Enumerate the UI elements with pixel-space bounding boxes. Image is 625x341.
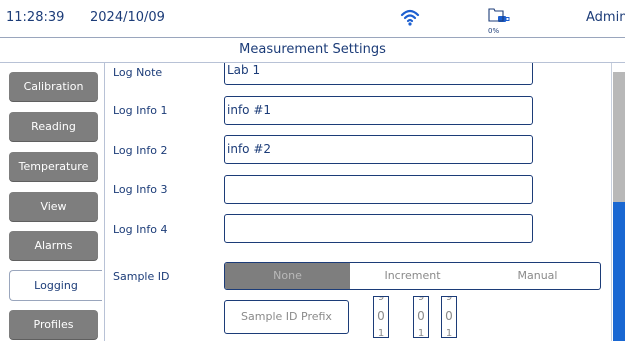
log-info-1-label: Log Info 1 [113, 104, 168, 117]
sample-id-option-manual[interactable]: Manual [475, 263, 600, 289]
tab-reading[interactable]: Reading [9, 112, 98, 141]
digit-next: 1 [417, 328, 425, 338]
sample-id-option-increment[interactable]: Increment [350, 263, 475, 289]
digit-next: 1 [445, 328, 453, 338]
logging-settings-panel: Log Note Lab 1 Log Info 1 info #1 Log In… [105, 63, 610, 341]
scrollbar-upper[interactable] [613, 72, 625, 202]
digit-value: 0 [377, 309, 385, 323]
digit-prev: 9 [445, 296, 453, 303]
sample-id-mode-selector: None Increment Manual [224, 262, 601, 290]
status-bar: 11:28:39 2024/10/09 0% Admin [0, 0, 625, 38]
folder-icon [488, 8, 504, 22]
log-info-4-label: Log Info 4 [113, 223, 168, 236]
log-info-3-label: Log Info 3 [113, 183, 168, 196]
settings-tabs: Calibration Reading Temperature View Ala… [0, 63, 105, 341]
tab-calibration[interactable]: Calibration [9, 72, 98, 101]
digit-value: 0 [445, 309, 453, 323]
title-bar: Measurement Settings [0, 38, 625, 63]
digit-spinner-1[interactable]: 9 0 1 [373, 296, 389, 338]
digit-spinner-2[interactable]: 9 0 1 [413, 296, 429, 338]
page-title: Measurement Settings [239, 42, 386, 57]
log-info-1-field[interactable]: info #1 [224, 96, 533, 125]
scrollbar-thumb[interactable] [613, 202, 625, 341]
log-info-4-field[interactable] [224, 214, 533, 243]
digit-prev: 9 [377, 296, 385, 303]
tab-temperature[interactable]: Temperature [9, 152, 98, 181]
wifi-icon [400, 9, 420, 26]
date: 2024/10/09 [90, 10, 165, 25]
sample-id-label: Sample ID [113, 270, 170, 283]
log-info-2-label: Log Info 2 [113, 144, 168, 157]
sample-id-prefix-button[interactable]: Sample ID Prefix [224, 300, 349, 334]
tab-view[interactable]: View [9, 192, 98, 221]
digit-value: 0 [417, 309, 425, 323]
tab-logging[interactable]: Logging [9, 270, 102, 301]
log-info-3-field[interactable] [224, 175, 533, 204]
digit-next: 1 [377, 328, 385, 338]
digit-prev: 9 [417, 296, 425, 303]
digit-spinner-3[interactable]: 9 0 1 [441, 296, 457, 338]
log-note-field[interactable]: Lab 1 [224, 63, 533, 85]
tab-alarms[interactable]: Alarms [9, 231, 98, 260]
sample-id-option-none[interactable]: None [225, 263, 350, 289]
user-name[interactable]: Admin [586, 10, 625, 25]
clock: 11:28:39 [6, 10, 65, 25]
log-note-label: Log Note [113, 66, 163, 79]
storage-percent: 0% [488, 27, 500, 35]
log-info-2-field[interactable]: info #2 [224, 135, 533, 164]
tab-profiles[interactable]: Profiles [9, 310, 98, 339]
